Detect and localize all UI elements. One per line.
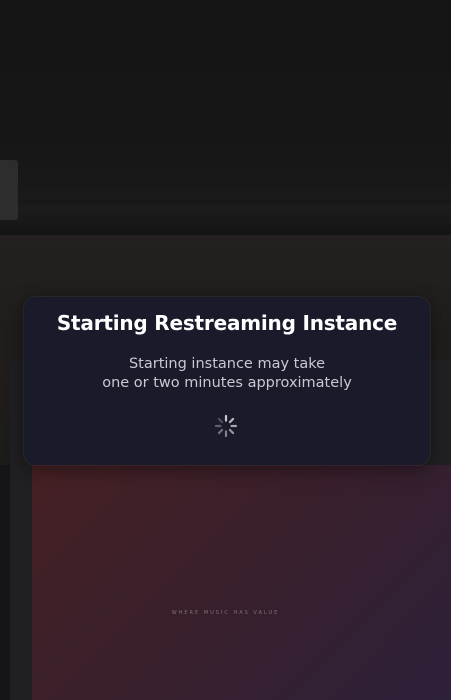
loading-dialog: Starting Restreaming Instance Starting i… [24, 297, 430, 465]
dialog-message-line-2: one or two minutes approximately [102, 375, 352, 391]
dialog-message-line-1: Starting instance may take [128, 356, 326, 372]
dialog-title: Starting Restreaming Instance [56, 311, 398, 335]
loading-spinner-icon [214, 414, 238, 438]
dialog-message: Starting instance may take one or two mi… [24, 355, 430, 393]
